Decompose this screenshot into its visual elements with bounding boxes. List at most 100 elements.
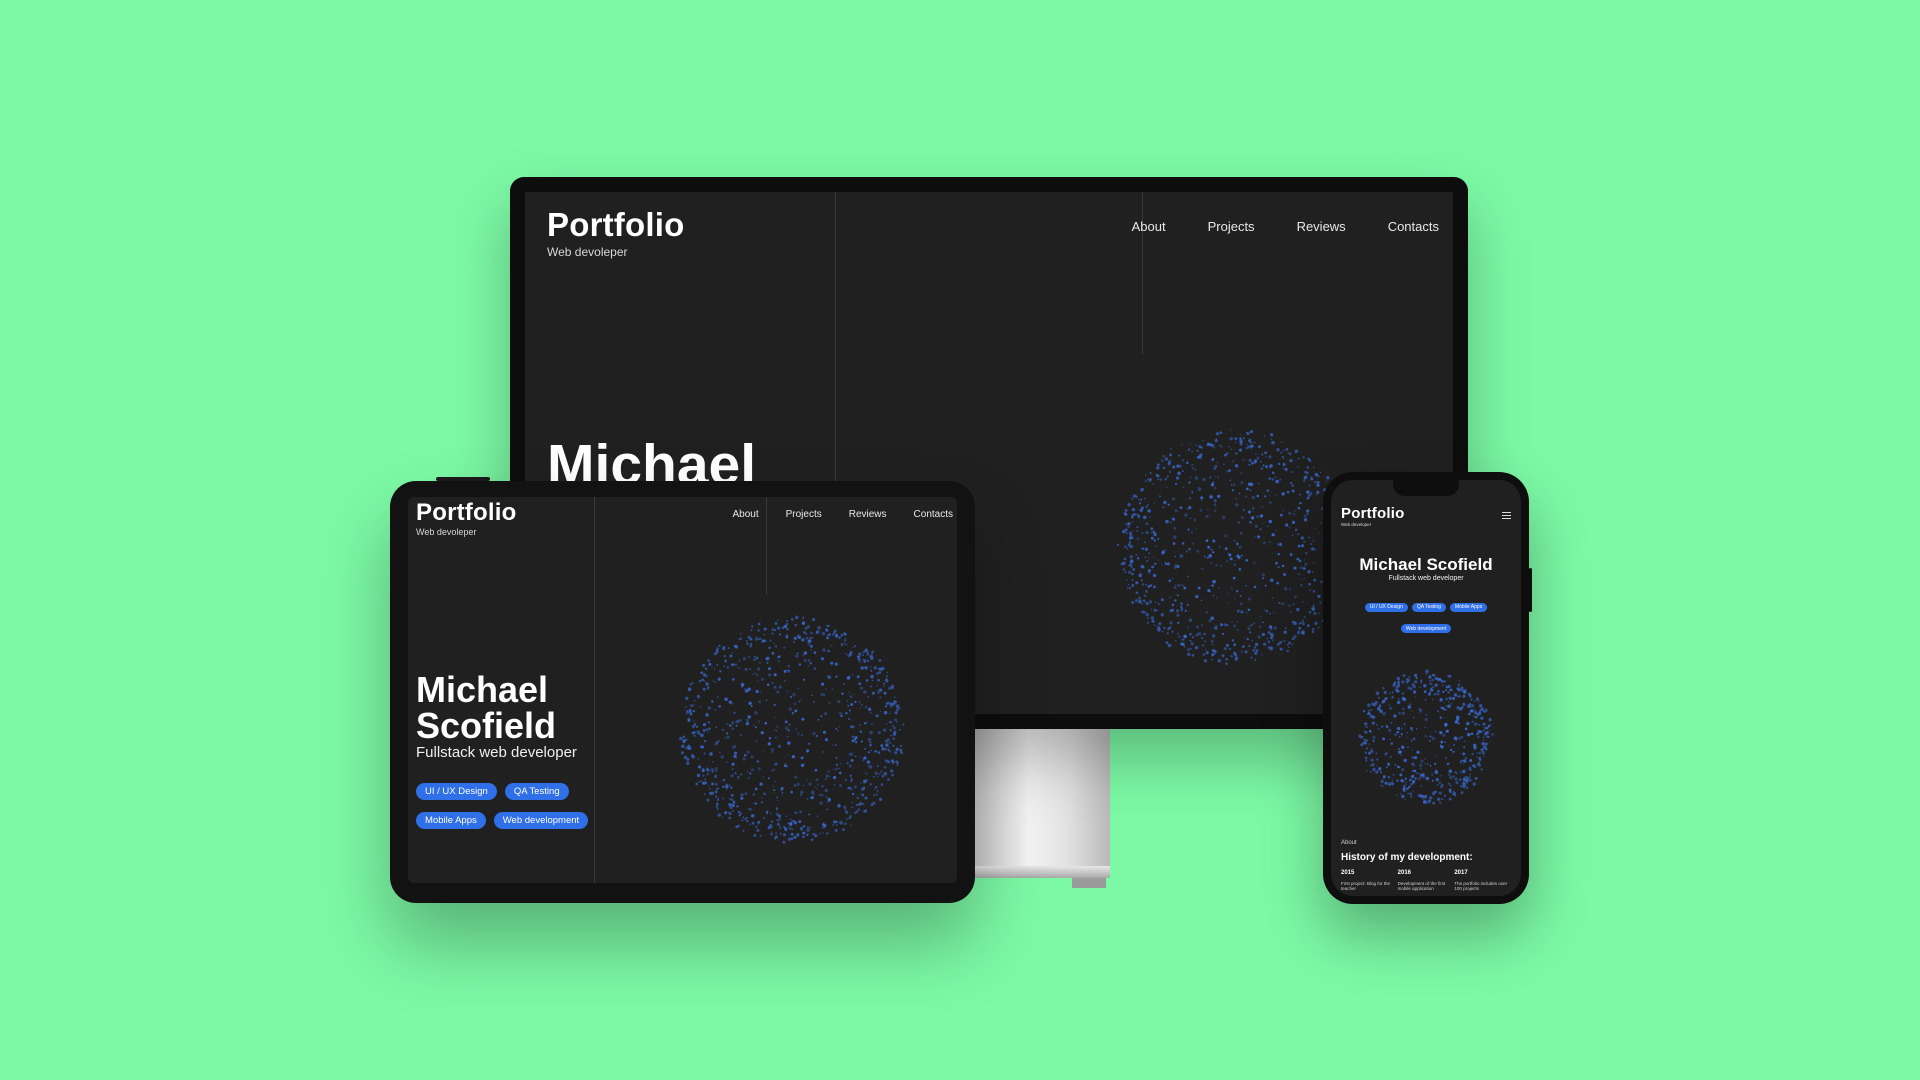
particle-dot (1202, 653, 1205, 656)
hamburger-menu-icon[interactable] (1502, 512, 1511, 521)
particle-dot (800, 756, 804, 760)
particle-dot (1293, 638, 1295, 640)
particle-dot (731, 803, 735, 807)
particle-dot (880, 770, 883, 773)
particle-dot (1205, 651, 1209, 655)
particle-dot (700, 780, 703, 782)
particle-dot (1139, 508, 1144, 512)
particle-dot (1469, 696, 1472, 698)
particle-dot (1227, 445, 1230, 448)
tablet-hero-role: Fullstack web developer (416, 744, 577, 761)
particle-dot (793, 641, 795, 643)
particle-dot (850, 703, 854, 706)
particle-dot (1214, 653, 1216, 656)
particle-dot (1413, 737, 1416, 740)
particle-dot (1174, 599, 1177, 602)
particle-dot (1259, 514, 1264, 518)
particle-dot (848, 691, 851, 694)
particle-dot (1170, 459, 1172, 461)
particle-dot (740, 633, 742, 635)
particle-dot (1213, 498, 1217, 503)
particle-dot (902, 723, 905, 726)
particle-dot (1385, 751, 1388, 755)
particle-dot (784, 720, 788, 724)
nav-projects[interactable]: Projects (1208, 219, 1255, 234)
particle-dot (1165, 486, 1168, 489)
particle-dot (1486, 735, 1489, 739)
particle-dot (775, 737, 777, 739)
particle-dot (748, 667, 752, 671)
particle-dot (1156, 610, 1159, 612)
particle-dot (1399, 773, 1403, 777)
particle-dot (1403, 784, 1406, 788)
particle-dot (869, 669, 873, 672)
tag-ui-ux[interactable]: UI / UX Design (1364, 602, 1408, 612)
particle-dot (1135, 553, 1138, 556)
particle-dot (772, 785, 775, 788)
particle-dot (714, 795, 718, 798)
particle-dot (1189, 517, 1192, 519)
particle-dot (1257, 635, 1261, 639)
tag-mobile-apps[interactable]: Mobile Apps (1449, 602, 1488, 612)
particle-dot (1281, 455, 1284, 458)
particle-dot (820, 693, 823, 696)
tablet-screen: Portfolio Web devoleper About Projects R… (408, 497, 957, 883)
nav-projects[interactable]: Projects (786, 509, 822, 520)
particle-dot (785, 815, 788, 817)
particle-dot (1255, 642, 1259, 647)
tag-web-development[interactable]: Web development (1400, 624, 1452, 633)
particle-dot (1153, 532, 1157, 537)
phone-brand[interactable]: Portfolio Web developer (1341, 505, 1404, 527)
particle-dot (706, 772, 710, 776)
particle-dot (1297, 506, 1301, 510)
particle-dot (1275, 561, 1278, 565)
particle-dot (862, 802, 865, 805)
particle-dot (1231, 620, 1233, 623)
particle-dot (1131, 530, 1134, 533)
desktop-brand[interactable]: Portfolio Web devoleper (547, 206, 684, 259)
particle-dot (756, 760, 759, 763)
particle-dot (702, 781, 707, 786)
particle-dot (1207, 556, 1209, 559)
particle-dot (767, 673, 772, 677)
particle-dot (854, 755, 857, 758)
particle-dot (1129, 536, 1132, 540)
tablet-brand[interactable]: Portfolio Web devoleper (416, 499, 516, 537)
nav-contacts[interactable]: Contacts (1388, 219, 1439, 234)
tag-qa-testing[interactable]: QA Testing (504, 783, 569, 800)
particle-dot (1375, 752, 1378, 755)
nav-about[interactable]: About (732, 509, 758, 520)
history-year: 2017 (1454, 870, 1468, 876)
particle-dot (1456, 687, 1460, 691)
particle-dot (1136, 537, 1139, 540)
particle-dot (1364, 756, 1368, 760)
tag-ui-ux[interactable]: UI / UX Design (416, 783, 497, 800)
device-mockup-scene: Portfolio Web devoleper About Projects R… (0, 0, 1920, 1080)
tag-qa-testing[interactable]: QA Testing (1411, 602, 1446, 612)
particle-dot (1459, 778, 1462, 781)
particle-dot (845, 711, 848, 715)
particle-dot (831, 645, 833, 647)
particle-dot (753, 655, 756, 658)
particle-dot (827, 801, 829, 803)
particle-dot (1189, 632, 1192, 636)
nav-about[interactable]: About (1132, 219, 1166, 234)
particle-dot (1434, 730, 1437, 733)
particle-dot (1407, 705, 1411, 709)
particle-dot (1316, 483, 1319, 487)
particle-dot (1230, 587, 1233, 590)
tag-mobile-apps[interactable]: Mobile Apps (416, 812, 486, 829)
particle-dot (788, 723, 791, 726)
particle-dot (858, 701, 861, 703)
tag-web-development[interactable]: Web development (493, 812, 589, 829)
particle-dot (774, 686, 777, 689)
particle-dot (1388, 704, 1390, 707)
nav-reviews[interactable]: Reviews (849, 509, 887, 520)
particle-dot (1171, 603, 1175, 607)
particle-dot (1141, 611, 1143, 613)
nav-reviews[interactable]: Reviews (1297, 219, 1346, 234)
nav-contacts[interactable]: Contacts (914, 509, 953, 520)
particle-dot (792, 693, 796, 697)
particle-dot (737, 810, 741, 814)
particle-dot (1214, 464, 1218, 468)
